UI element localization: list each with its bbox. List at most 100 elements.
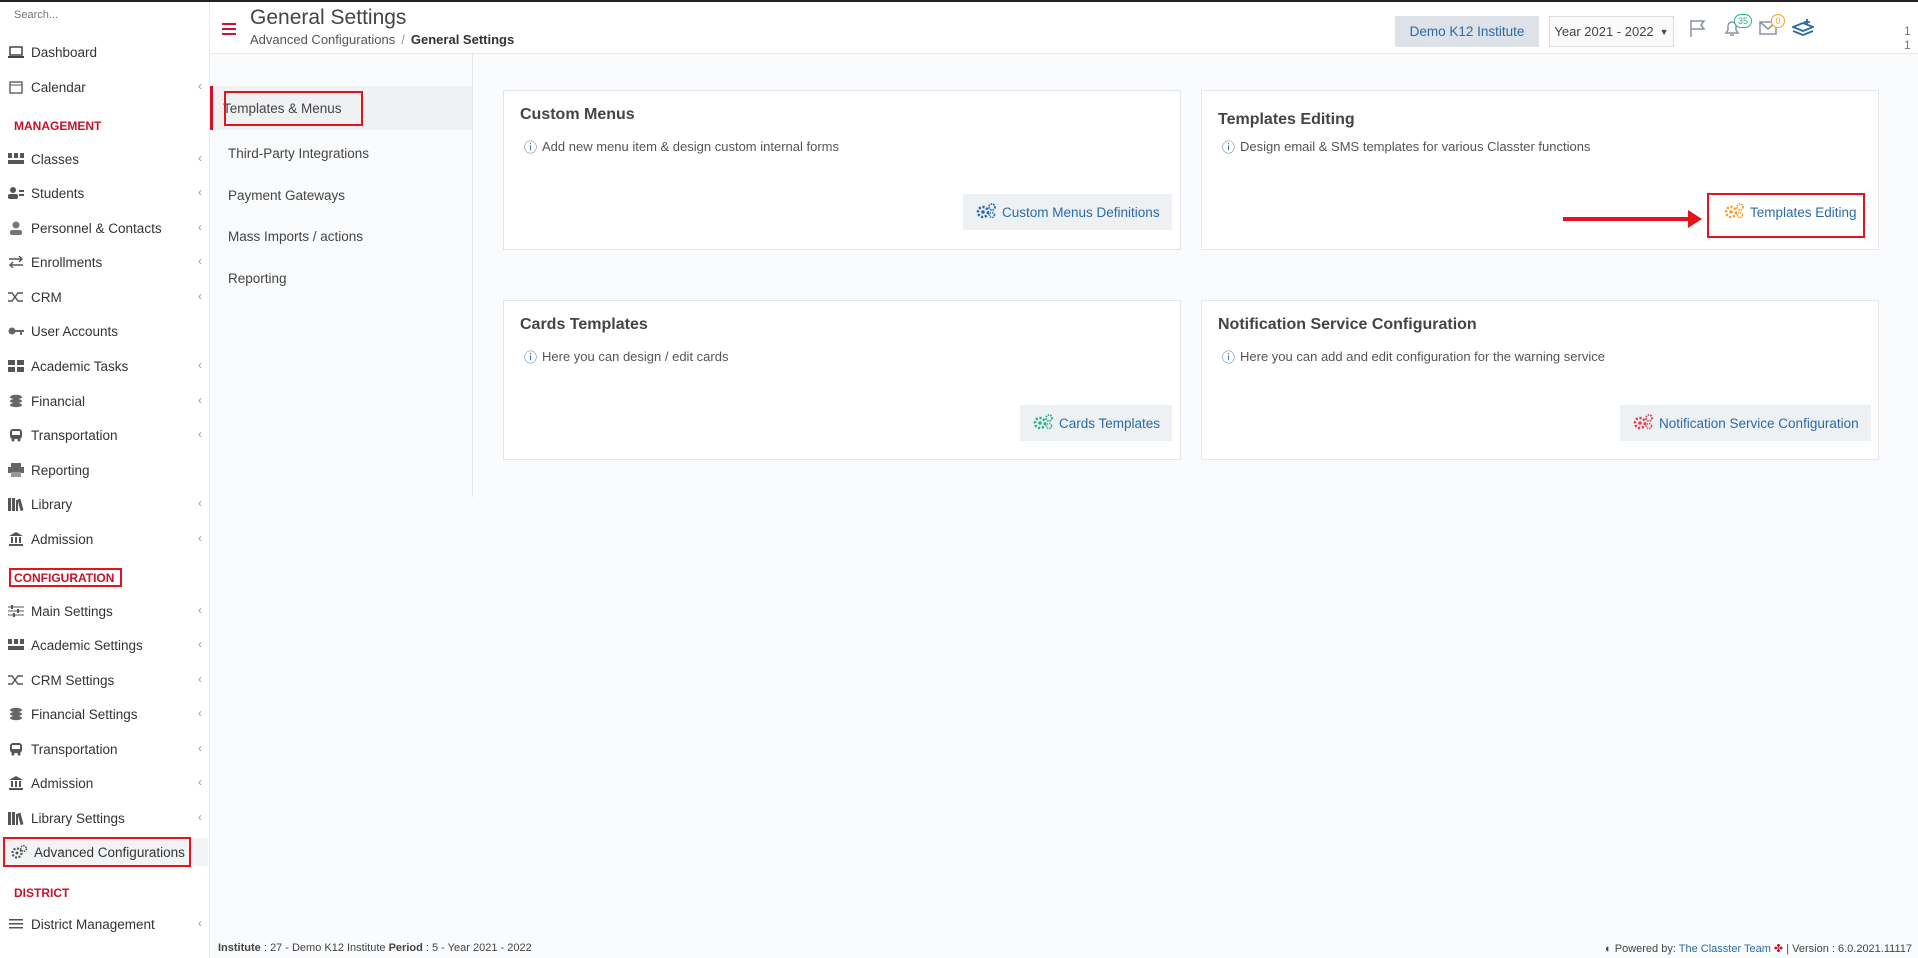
chevron-left-icon: ‹ — [198, 775, 202, 789]
layers-icon[interactable] — [1790, 18, 1816, 41]
card-title: Templates Editing — [1218, 111, 1355, 128]
notifications-badge: 35 — [1734, 14, 1752, 28]
info-icon: ⓘ — [524, 140, 538, 155]
chevron-left-icon: ‹ — [198, 637, 202, 651]
user-number: 1 1 — [1904, 24, 1911, 52]
books-icon — [8, 811, 24, 825]
bank-icon — [8, 532, 24, 546]
sidebar-item-dashboard[interactable]: Dashboard — [0, 38, 208, 66]
sidebar-item-students[interactable]: Students ‹ — [0, 179, 208, 207]
hamburger-icon[interactable] — [222, 22, 236, 40]
sidebar-item-library[interactable]: Library ‹ — [0, 490, 208, 518]
notification-service-button[interactable]: Notification Service Configuration — [1620, 405, 1871, 441]
sidebar-item-library-settings[interactable]: Library Settings ‹ — [0, 804, 208, 832]
top-header: General Settings Advanced Configurations… — [210, 2, 1918, 54]
chevron-left-icon: ‹ — [198, 810, 202, 824]
footer-period-value: : 5 - Year 2021 - 2022 — [425, 942, 532, 954]
section-district: DISTRICT — [14, 886, 70, 900]
breadcrumb-current: General Settings — [410, 32, 515, 47]
sidebar-item-academic-tasks[interactable]: Academic Tasks ‹ — [0, 352, 208, 380]
card-description-text: Design email & SMS templates for various… — [1240, 139, 1591, 154]
sidebar-item-personnel[interactable]: Personnel & Contacts ‹ — [0, 214, 208, 242]
sidebar-item-crm[interactable]: CRM ‹ — [0, 283, 208, 311]
info-icon: ⓘ — [1222, 140, 1236, 155]
printer-icon — [8, 463, 24, 477]
bus-icon — [8, 742, 24, 756]
sidebar-item-classes[interactable]: Classes ‹ — [0, 145, 208, 173]
classes-icon — [8, 152, 24, 166]
breadcrumb: Advanced Configurations / General Settings — [250, 32, 514, 47]
chevron-left-icon: ‹ — [198, 916, 202, 930]
chevron-left-icon: ‹ — [198, 79, 202, 93]
sidebar-item-admission-settings[interactable]: Admission ‹ — [0, 769, 208, 797]
chevron-left-icon: ‹ — [198, 393, 202, 407]
button-label: Notification Service Configuration — [1659, 415, 1859, 431]
footer-powered-link[interactable]: The Classter Team — [1679, 943, 1771, 955]
info-icon: ⓘ — [1222, 350, 1236, 365]
year-select[interactable]: Year 2021 - 2022 ▼ — [1549, 16, 1674, 47]
subnav-item-payment-gateways[interactable]: Payment Gateways — [210, 173, 472, 217]
breadcrumb-separator: / — [401, 32, 405, 47]
subnav-item-mass-imports[interactable]: Mass Imports / actions — [210, 214, 472, 258]
sidebar-item-user-accounts[interactable]: User Accounts — [0, 317, 208, 345]
coins-icon — [8, 394, 24, 408]
flag-icon[interactable] — [1688, 18, 1708, 41]
chevron-left-icon: ‹ — [198, 496, 202, 510]
sidebar-item-label: Academic Settings — [31, 637, 143, 653]
footer-version: | Version : 6.0.2021.11117 — [1786, 942, 1912, 955]
books-icon — [8, 497, 24, 511]
highlight-box — [3, 837, 191, 867]
sidebar-item-label: Transportation — [31, 427, 118, 443]
subnav-item-label: Reporting — [228, 270, 287, 286]
footer-period-label: Period — [388, 942, 423, 954]
sidebar-item-enrollments[interactable]: Enrollments ‹ — [0, 248, 208, 276]
highlight-box — [1707, 193, 1865, 238]
chevron-left-icon: ‹ — [198, 427, 202, 441]
subnav-item-reporting[interactable]: Reporting — [210, 256, 472, 300]
breadcrumb-parent[interactable]: Advanced Configurations — [250, 32, 395, 47]
chevron-left-icon: ‹ — [198, 289, 202, 303]
footer-institute-label: Institute — [218, 942, 261, 954]
footer-institute-value: : 27 - Demo K12 Institute — [263, 942, 386, 954]
cards-templates-button[interactable]: Cards Templates — [1020, 405, 1173, 441]
sidebar-item-admission[interactable]: Admission ‹ — [0, 525, 208, 553]
subnav-item-third-party[interactable]: Third-Party Integrations — [210, 131, 472, 175]
sidebar-item-financial-settings[interactable]: Financial Settings ‹ — [0, 700, 208, 728]
gears-icon — [975, 202, 997, 222]
institute-button[interactable]: Demo K12 Institute — [1395, 16, 1539, 47]
chevron-left-icon: ‹ — [198, 672, 202, 686]
footer-info: Institute : 27 - Demo K12 Institute Peri… — [218, 942, 532, 954]
card-description-text: Add new menu item & design custom intern… — [542, 139, 839, 154]
sidebar-item-district-management[interactable]: District Management ‹ — [0, 910, 208, 938]
card-cards-templates: Cards Templates ⓘ Here you can design / e… — [503, 300, 1181, 460]
sidebar-item-financial[interactable]: Financial ‹ — [0, 387, 208, 415]
page-title: General Settings — [250, 6, 407, 29]
sidebar-item-crm-settings[interactable]: CRM Settings ‹ — [0, 666, 208, 694]
sidebar-item-academic-settings[interactable]: Academic Settings ‹ — [0, 631, 208, 659]
chevron-left-icon: ‹ — [198, 741, 202, 755]
card-custom-menus: Custom Menus ⓘ Add new menu item & design… — [503, 90, 1181, 250]
search-input[interactable] — [8, 4, 192, 26]
shuffle-icon — [8, 673, 24, 687]
subnav-item-label: Third-Party Integrations — [228, 145, 370, 161]
coins-icon — [8, 707, 24, 721]
card-title: Custom Menus — [520, 106, 635, 123]
footer: Institute : 27 - Demo K12 Institute Peri… — [210, 936, 1918, 958]
card-description-text: Here you can add and edit configuration … — [1240, 349, 1605, 364]
year-select-value: Year 2021 - 2022 — [1554, 24, 1654, 39]
sidebar-item-transportation-settings[interactable]: Transportation ‹ — [0, 735, 208, 763]
sidebar-item-main-settings[interactable]: Main Settings ‹ — [0, 597, 208, 625]
sidebar-item-label: Admission — [31, 775, 94, 791]
sidebar-item-label: CRM Settings — [31, 672, 115, 688]
sidebar-item-label: Students — [31, 185, 85, 201]
sidebar-item-calendar[interactable]: Calendar ‹ — [0, 73, 208, 101]
card-description: ⓘ Here you can add and edit configuration… — [1222, 347, 1605, 366]
custom-menus-definitions-button[interactable]: Custom Menus Definitions — [963, 194, 1172, 230]
sidebar-item-label: District Management — [31, 916, 155, 932]
sidebar-item-transportation[interactable]: Transportation ‹ — [0, 421, 208, 449]
sidebar-item-label: Calendar — [31, 79, 86, 95]
sidebar-item-label: Classes — [31, 151, 80, 167]
messages-badge: 0 — [1771, 14, 1785, 28]
card-description: ⓘ Design email & SMS templates for variou… — [1222, 137, 1590, 156]
sidebar-item-reporting[interactable]: Reporting — [0, 456, 208, 484]
